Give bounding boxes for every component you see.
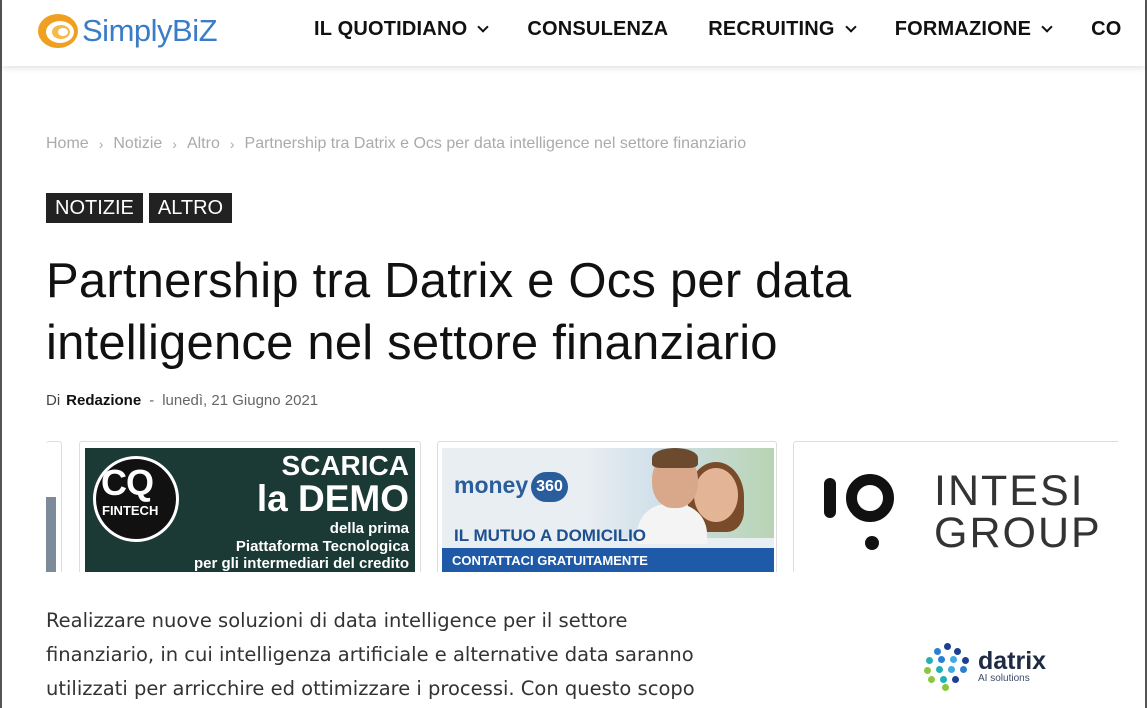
ad-card-partial[interactable]: [46, 441, 62, 572]
body-line: finanziario, in cui intelligenza artific…: [46, 643, 694, 666]
money-badge: 360: [531, 472, 568, 502]
intesi-mark-icon: [846, 474, 894, 522]
article-title: Partnership tra Datrix e Ocs per data in…: [46, 254, 852, 370]
ad-carousel: CQ FINTECH SCARICA la DEMO della prima P…: [46, 441, 1118, 572]
meta-dash: -: [149, 392, 155, 409]
money-cta: CONTATTACI GRATUITAMENTE: [442, 548, 774, 572]
intesi-line-2: GROUP: [934, 509, 1102, 557]
cq-line-5: per gli intermediari del credito: [193, 555, 409, 572]
cq-line-3: della prima: [329, 520, 409, 537]
datrix-dots-icon: [924, 643, 972, 691]
breadcrumb-altro[interactable]: Altro: [187, 135, 220, 153]
ad-card-intesi-group[interactable]: INTESI GROUP: [793, 441, 1118, 572]
breadcrumb-notizie[interactable]: Notizie: [113, 135, 162, 153]
window-border-left: [0, 0, 2, 708]
logo-swirl-icon: [36, 11, 80, 51]
datrix-wordmark: datrix AI solutions: [978, 646, 1047, 684]
nav-label: CO: [1091, 18, 1122, 40]
publish-date: lunedì, 21 Giugno 2021: [162, 392, 319, 409]
money-headline: IL MUTUO A DOMICILIO: [454, 526, 647, 545]
breadcrumb-separator: ›: [172, 136, 177, 152]
ad-photo-person: [694, 468, 738, 522]
breadcrumb-current: Partnership tra Datrix e Ocs per data in…: [244, 135, 747, 152]
ad-card-money360[interactable]: money 360 IL MUTUO A DOMICILIO CONTATTACI…: [437, 441, 777, 572]
cq-line-4: Piattaforma Tecnologica: [235, 538, 409, 555]
nav-item-formazione[interactable]: FORMAZIONE: [894, 18, 1053, 41]
nav-label: IL QUOTIDIANO: [314, 18, 468, 40]
category-badge-altro[interactable]: ALTRO: [148, 193, 233, 223]
ad-card-cq-fintech[interactable]: CQ FINTECH SCARICA la DEMO della prima P…: [79, 441, 421, 572]
nav-item-truncated[interactable]: CO: [1091, 18, 1121, 41]
money360-logo: money 360: [454, 472, 568, 502]
nav-label: CONSULENZA: [527, 18, 669, 40]
author-link[interactable]: Redazione: [66, 392, 141, 409]
byline-prefix: Di: [46, 392, 61, 409]
ad-banner-cq: CQ FINTECH SCARICA la DEMO della prima P…: [85, 448, 415, 572]
ad-image-partial: [46, 497, 56, 572]
intesi-wordmark: INTESI GROUP: [934, 467, 1102, 557]
intesi-line-1: INTESI: [934, 467, 1085, 515]
nav-item-il-quotidiano[interactable]: IL QUOTIDIANO: [314, 18, 490, 41]
cq-demo: la DEMO: [256, 478, 409, 519]
body-line: Realizzare nuove soluzioni di data intel…: [46, 609, 628, 632]
breadcrumb-separator: ›: [229, 136, 235, 152]
site-logo[interactable]: SimplyBiZ: [36, 8, 218, 54]
breadcrumb-home[interactable]: Home: [46, 135, 89, 153]
site-header: SimplyBiZ IL QUOTIDIANO CONSULENZA RECRU…: [2, 0, 1145, 66]
nav-item-recruiting[interactable]: RECRUITING: [708, 18, 857, 41]
category-badge-notizie[interactable]: NOTIZIE: [46, 193, 143, 223]
intesi-mark-icon: [865, 536, 879, 550]
chevron-down-icon: [1041, 21, 1053, 33]
cq-logo-sub: FINTECH: [102, 503, 159, 518]
intesi-mark-icon: [824, 478, 836, 518]
money-brand: money: [454, 472, 529, 499]
chevron-down-icon: [477, 21, 490, 33]
nav-label: RECRUITING: [708, 18, 835, 40]
datrix-name: datrix: [978, 646, 1047, 675]
article-body: Realizzare nuove soluzioni di data intel…: [46, 604, 846, 706]
main-nav: IL QUOTIDIANO CONSULENZA RECRUITING FORM…: [314, 18, 1145, 41]
nav-label: FORMAZIONE: [894, 18, 1032, 40]
nav-item-consulenza[interactable]: CONSULENZA: [527, 18, 668, 41]
breadcrumb: Home › Notizie › Altro › Partnership tra…: [46, 135, 746, 153]
logo-text: SimplyBiZ: [82, 13, 218, 48]
datrix-logo: datrix AI solutions: [924, 643, 1047, 691]
breadcrumb-separator: ›: [98, 136, 104, 152]
body-line: utilizzati per arricchire ed ottimizzare…: [46, 677, 695, 700]
ad-banner-money360: money 360 IL MUTUO A DOMICILIO CONTATTACI…: [442, 448, 774, 572]
ad-photo-person: [652, 448, 698, 468]
chevron-down-icon: [845, 21, 857, 33]
cq-logo-text: CQ: [101, 462, 154, 503]
article-meta: Di Redazione - lunedì, 21 Giugno 2021: [46, 392, 318, 409]
category-badges: NOTIZIE ALTRO: [46, 193, 238, 223]
